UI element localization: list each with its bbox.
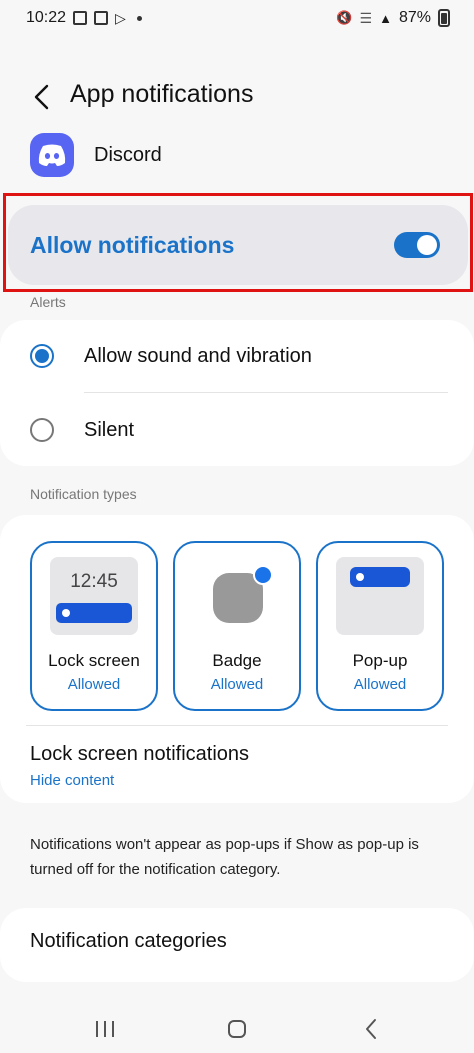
- status-left: 10:22 ▷: [26, 9, 142, 27]
- lock-screen-notifications-title[interactable]: Lock screen notifications: [30, 743, 249, 766]
- nav-back-icon: [366, 1019, 376, 1039]
- mute-icon: 🔇: [336, 10, 353, 25]
- highlight-annotation-box: [3, 193, 473, 292]
- popup-notification-bar-icon: [350, 567, 410, 587]
- tile-popup[interactable]: Pop-up Allowed: [316, 541, 444, 711]
- checkbox-notification-icon: [94, 11, 109, 25]
- discord-app-icon: [30, 133, 74, 177]
- status-right: 🔇 ☰ ▲ 87%: [336, 9, 450, 27]
- nav-back-button[interactable]: [356, 1017, 386, 1041]
- app-info: Discord: [30, 133, 162, 177]
- radio-label: Silent: [84, 418, 135, 441]
- tile-status: Allowed: [210, 676, 264, 693]
- popup-footnote: Notifications won't appear as pop-ups if…: [30, 836, 419, 878]
- wifi-icon: ☰: [359, 9, 373, 26]
- recent-apps-icon: [96, 1021, 114, 1037]
- alerts-card: Allow sound and vibration Silent: [0, 320, 474, 466]
- chevron-left-icon: [34, 84, 49, 110]
- divider: [26, 725, 448, 726]
- divider: [84, 392, 448, 393]
- popup-preview: [336, 557, 424, 635]
- lock-screen-time: 12:45: [70, 571, 118, 592]
- tile-badge[interactable]: Badge Allowed: [173, 541, 301, 711]
- tile-name: Badge: [212, 651, 262, 670]
- signal-icon: ▲: [379, 10, 392, 26]
- tile-status: Allowed: [353, 676, 407, 693]
- navigation-bar: [0, 1003, 474, 1053]
- tile-name: Lock screen: [48, 651, 140, 670]
- radio-sound-vibration[interactable]: [30, 344, 54, 368]
- lock-screen-notifications-value: Hide content: [30, 772, 115, 789]
- battery-icon: [438, 9, 450, 27]
- back-button[interactable]: [26, 82, 56, 112]
- badge-preview: [193, 557, 281, 635]
- notification-categories-row[interactable]: Notification categories: [0, 908, 474, 982]
- play-store-icon: ▷: [115, 9, 126, 26]
- page-title: App notifications: [70, 80, 254, 108]
- status-bar: 10:22 ▷ 🔇 ☰ ▲ 87%: [0, 0, 474, 36]
- discord-logo-icon: [38, 144, 66, 166]
- tile-status: Allowed: [67, 676, 121, 693]
- status-time: 10:22: [26, 9, 67, 26]
- notification-categories-label: Notification categories: [30, 930, 227, 952]
- alert-option-silent[interactable]: Silent: [0, 394, 474, 466]
- radio-label: Allow sound and vibration: [84, 344, 312, 367]
- lock-screen-notification-bar-icon: [56, 603, 132, 623]
- tile-lock-screen[interactable]: 12:45 Lock screen Allowed: [30, 541, 158, 711]
- home-icon: [228, 1020, 246, 1038]
- battery-percent: 87%: [398, 9, 431, 26]
- notification-types-section-label: Notification types: [30, 486, 137, 502]
- alert-option-sound[interactable]: Allow sound and vibration: [0, 320, 474, 392]
- app-name: Discord: [94, 143, 162, 166]
- tile-name: Pop-up: [352, 651, 408, 670]
- radio-silent[interactable]: [30, 418, 54, 442]
- more-notifications-dot-icon: [136, 15, 142, 21]
- lock-screen-preview: 12:45: [50, 557, 138, 635]
- home-button[interactable]: [222, 1017, 252, 1041]
- gallery-notification-icon: [73, 11, 88, 25]
- header: App notifications: [0, 76, 474, 116]
- notification-types-card: 12:45 Lock screen Allowed Badge Allowed …: [0, 515, 474, 803]
- badge-dot-icon: [253, 565, 273, 585]
- alerts-section-label: Alerts: [30, 294, 66, 310]
- recent-apps-button[interactable]: [90, 1017, 120, 1041]
